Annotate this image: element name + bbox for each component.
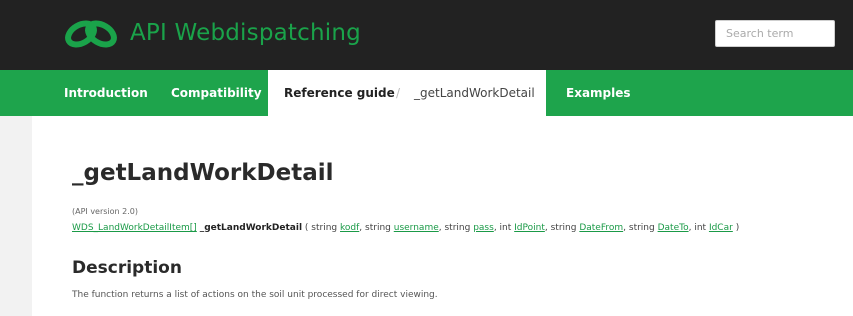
signature-close: ) bbox=[735, 223, 740, 233]
description-text: The function returns a list of actions o… bbox=[72, 290, 438, 300]
param-idcar-link[interactable]: IdCar bbox=[709, 223, 733, 233]
param-idcar-type: int bbox=[694, 223, 707, 233]
param-username-type: string bbox=[365, 223, 391, 233]
param-dateto-type: string bbox=[628, 223, 655, 233]
param-kodf-link[interactable]: kodf bbox=[340, 223, 359, 233]
param-datefrom-type: string bbox=[550, 223, 577, 233]
nav-reference-guide[interactable]: Reference guide bbox=[284, 70, 395, 116]
nav-reference-guide-active-tab: Reference guide / _getLandWorkDetail bbox=[268, 70, 546, 118]
site-title[interactable]: API Webdispatching bbox=[130, 20, 361, 46]
param-datefrom-link[interactable]: DateFrom bbox=[579, 223, 623, 233]
param-dateto-link[interactable]: DateTo bbox=[658, 223, 689, 233]
function-name: _getLandWorkDetail bbox=[199, 223, 303, 233]
api-version: (API version 2.0) bbox=[72, 207, 139, 216]
param-idpoint-type: int bbox=[499, 223, 512, 233]
nav-introduction[interactable]: Introduction bbox=[64, 70, 148, 116]
signature-open: ( bbox=[304, 223, 309, 233]
page-title: _getLandWorkDetail bbox=[72, 160, 334, 186]
return-type-link[interactable]: WDS_LandWorkDetailItem[] bbox=[72, 223, 197, 233]
content-card: _getLandWorkDetail (API version 2.0) WDS… bbox=[32, 116, 853, 316]
top-header: API Webdispatching bbox=[0, 0, 853, 70]
description-heading: Description bbox=[72, 258, 182, 278]
function-signature: WDS_LandWorkDetailItem[] _getLandWorkDet… bbox=[72, 223, 740, 233]
breadcrumb-separator: / bbox=[396, 86, 401, 100]
nav-examples[interactable]: Examples bbox=[566, 70, 631, 116]
param-idpoint-link[interactable]: IdPoint bbox=[514, 223, 545, 233]
param-kodf-type: string bbox=[311, 223, 338, 233]
breadcrumb-current: _getLandWorkDetail bbox=[414, 86, 535, 100]
param-pass-type: string bbox=[444, 223, 471, 233]
nav-compatibility[interactable]: Compatibility bbox=[171, 70, 262, 116]
infinity-link-logo-icon[interactable] bbox=[60, 14, 122, 54]
param-pass-link[interactable]: pass bbox=[473, 223, 494, 233]
param-username-link[interactable]: username bbox=[394, 223, 439, 233]
search-input[interactable] bbox=[715, 20, 835, 47]
